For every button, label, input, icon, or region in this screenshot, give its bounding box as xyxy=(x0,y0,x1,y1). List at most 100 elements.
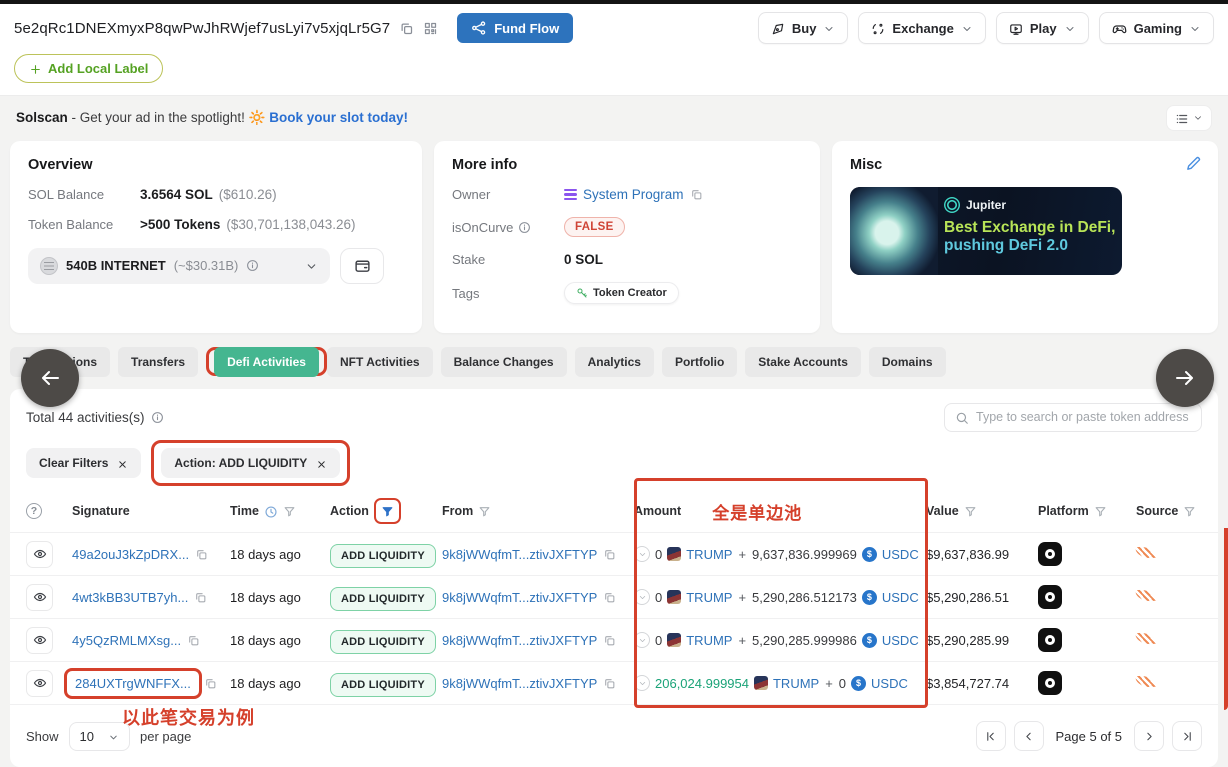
token2-link[interactable]: USDC xyxy=(882,547,919,562)
signature-link[interactable]: 49a2ouJ3kZpDRX... xyxy=(72,547,189,562)
token1-link[interactable]: TRUMP xyxy=(686,590,732,605)
copy-icon[interactable] xyxy=(603,548,616,561)
token1-link[interactable]: TRUMP xyxy=(773,676,819,691)
preview-eye-button[interactable] xyxy=(26,669,53,697)
expand-amount-icon[interactable] xyxy=(634,589,650,606)
signature-link[interactable]: 4wt3kBB3UTB7yh... xyxy=(72,590,188,605)
copy-icon[interactable] xyxy=(195,548,208,561)
token-selector-dropdown[interactable]: 540B INTERNET (~$30.31B) xyxy=(28,247,330,284)
copy-icon[interactable] xyxy=(603,677,616,690)
time-format-toggle-icon[interactable] xyxy=(264,504,278,519)
platform-icon[interactable] xyxy=(1038,671,1062,696)
token2-link[interactable]: USDC xyxy=(882,633,919,648)
copy-icon[interactable] xyxy=(690,188,703,201)
isoncurve-badge: FALSE xyxy=(564,217,625,238)
tab-defi-activities[interactable]: Defi Activities xyxy=(214,347,319,378)
token1-link[interactable]: TRUMP xyxy=(686,633,732,648)
copy-icon[interactable] xyxy=(603,591,616,604)
source-icon[interactable] xyxy=(1135,587,1156,604)
expand-amount-icon[interactable] xyxy=(634,546,650,563)
source-icon[interactable] xyxy=(1135,630,1156,647)
first-page-button[interactable] xyxy=(975,721,1006,752)
clear-filters-chip[interactable]: Clear Filters xyxy=(26,448,142,479)
play-dropdown-button[interactable]: Play xyxy=(995,12,1089,45)
source-icon[interactable] xyxy=(1135,544,1156,561)
from-address-link[interactable]: 9k8jWWqfmT...ztivJXFTYP xyxy=(442,590,597,605)
carousel-left-arrow[interactable] xyxy=(21,349,79,407)
from-address-link[interactable]: 9k8jWWqfmT...ztivJXFTYP xyxy=(442,547,597,562)
portfolio-button[interactable] xyxy=(340,247,384,284)
tab-stake-accounts[interactable]: Stake Accounts xyxy=(745,346,861,377)
token-creator-tag[interactable]: Token Creator xyxy=(564,282,679,305)
expand-amount-icon[interactable] xyxy=(634,632,650,649)
close-icon[interactable] xyxy=(316,456,327,470)
from-address-link[interactable]: 9k8jWWqfmT...ztivJXFTYP xyxy=(442,676,597,691)
amount-token1: 0 xyxy=(655,589,663,605)
table-row: 49a2ouJ3kZpDRX... 18 days ago ADD LIQUID… xyxy=(10,532,1218,575)
tab-transfers[interactable]: Transfers xyxy=(118,346,199,377)
search-icon xyxy=(955,410,969,426)
token-search-input[interactable] xyxy=(976,410,1191,425)
edit-pencil-icon[interactable] xyxy=(1185,155,1202,172)
platform-filter-icon[interactable] xyxy=(1094,504,1107,518)
copy-address-icon[interactable] xyxy=(399,21,414,36)
token-balance-label: Token Balance xyxy=(28,216,114,232)
carousel-right-arrow[interactable] xyxy=(1156,349,1214,407)
copy-icon[interactable] xyxy=(204,677,217,690)
token-balance-value: >500 Tokens xyxy=(140,216,221,232)
from-filter-icon[interactable] xyxy=(478,504,491,518)
signature-link[interactable]: 4y5QzRMLMXsg... xyxy=(72,633,181,648)
platform-icon[interactable] xyxy=(1038,585,1062,610)
source-filter-icon[interactable] xyxy=(1183,504,1196,518)
platform-icon[interactable] xyxy=(1038,628,1062,653)
value-filter-icon[interactable] xyxy=(964,504,977,518)
owner-link[interactable]: System Program xyxy=(583,187,684,202)
next-page-button[interactable] xyxy=(1134,721,1164,752)
token1-link[interactable]: TRUMP xyxy=(686,547,732,562)
gaming-dropdown-button[interactable]: Gaming xyxy=(1098,12,1214,45)
fund-flow-button[interactable]: Fund Flow xyxy=(457,12,574,44)
time-filter-icon[interactable] xyxy=(283,504,296,518)
sol-balance-usd: ($610.26) xyxy=(218,186,277,202)
add-local-label-button[interactable]: Add Local Label xyxy=(14,54,164,84)
prev-page-button[interactable] xyxy=(1013,721,1044,752)
tab-balance-changes[interactable]: Balance Changes xyxy=(440,346,567,377)
preview-eye-button[interactable] xyxy=(26,626,53,654)
expand-amount-icon[interactable] xyxy=(634,675,650,692)
preview-eye-button[interactable] xyxy=(26,540,53,568)
last-page-button[interactable] xyxy=(1172,721,1202,752)
overview-title: Overview xyxy=(28,156,93,173)
copy-icon[interactable] xyxy=(603,634,616,647)
platform-icon[interactable] xyxy=(1038,542,1062,567)
help-icon[interactable]: ? xyxy=(26,503,42,520)
spotlight-emoji: 🔆 xyxy=(248,109,266,125)
copy-icon[interactable] xyxy=(187,634,200,647)
close-icon[interactable] xyxy=(117,456,128,470)
exchange-dropdown-button[interactable]: Exchange xyxy=(858,12,986,45)
col-action: Action xyxy=(330,504,369,519)
tab-portfolio[interactable]: Portfolio xyxy=(661,346,738,377)
jupiter-ad-banner[interactable]: Jupiter Best Exchange in DeFi, pushing D… xyxy=(850,186,1122,275)
from-address-link[interactable]: 9k8jWWqfmT...ztivJXFTYP xyxy=(442,633,597,648)
qr-code-icon[interactable] xyxy=(423,21,438,36)
token2-link[interactable]: USDC xyxy=(882,590,919,605)
tab-analytics[interactable]: Analytics xyxy=(574,346,654,377)
page-size-select[interactable]: 10 xyxy=(68,721,130,751)
book-slot-link[interactable]: Book your slot today! xyxy=(269,110,408,125)
action-filter-chip[interactable]: Action: ADD LIQUIDITY xyxy=(161,448,341,479)
preview-eye-button[interactable] xyxy=(26,583,53,611)
more-info-card: More info Owner System Program isOnCurve… xyxy=(434,140,820,333)
copy-icon[interactable] xyxy=(194,591,207,604)
source-icon[interactable] xyxy=(1135,673,1156,690)
annotation-box-action-filter: Action: ADD LIQUIDITY xyxy=(151,440,351,487)
row-time: 18 days ago xyxy=(230,546,301,562)
action-filter-icon[interactable] xyxy=(381,504,394,518)
tab-nft-activities[interactable]: NFT Activities xyxy=(326,346,433,377)
tab-domains[interactable]: Domains xyxy=(868,346,946,377)
buy-dropdown-button[interactable]: Buy xyxy=(757,12,849,45)
row-time: 18 days ago xyxy=(230,632,301,648)
view-options-button[interactable] xyxy=(1166,105,1212,131)
col-source: Source xyxy=(1136,504,1179,519)
signature-link[interactable]: 284UXTrgWNFFX... xyxy=(75,676,191,691)
token2-link[interactable]: USDC xyxy=(871,676,908,691)
